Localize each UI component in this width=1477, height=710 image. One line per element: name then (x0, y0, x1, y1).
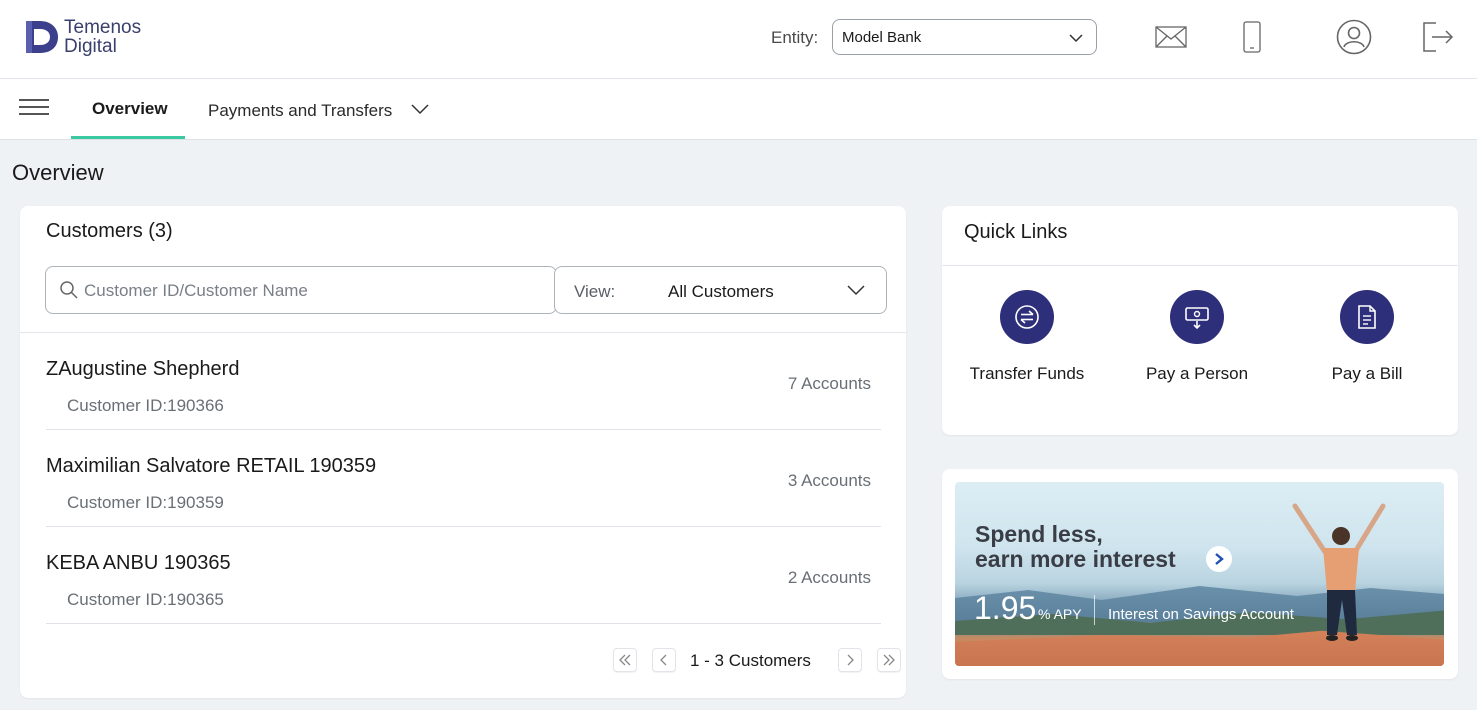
tab-payments-and-transfers[interactable]: Payments and Transfers (208, 101, 392, 121)
customer-row[interactable]: KEBA ANBU 190365 Customer ID:190365 2 Ac… (46, 527, 881, 624)
main-nav: Overview Payments and Transfers (0, 79, 1477, 140)
chevron-down-icon (847, 285, 865, 296)
next-page-button[interactable] (838, 648, 862, 672)
entity-label: Entity: (771, 28, 819, 47)
logout-icon[interactable] (1422, 22, 1454, 52)
customer-accounts-count: 7 Accounts (787, 374, 871, 393)
customer-search-input[interactable] (84, 280, 544, 302)
quick-link-label[interactable]: Transfer Funds (952, 364, 1102, 384)
customer-id: Customer ID:190359 (67, 493, 224, 512)
customer-id: Customer ID:190366 (67, 396, 224, 415)
logo-icon (26, 21, 58, 53)
previous-page-button[interactable] (652, 648, 676, 672)
promo-headline: Spend less, earn more interest (975, 522, 1176, 572)
quick-link-label[interactable]: Pay a Person (1122, 364, 1272, 384)
chevron-right-icon (847, 654, 854, 666)
quick-link-label[interactable]: Pay a Bill (1292, 364, 1442, 384)
savings-promo-banner[interactable]: Spend less, earn more interest 1.95 % AP… (955, 482, 1444, 666)
brand-name-line2: Digital (64, 36, 117, 57)
page-title: Overview (12, 160, 104, 185)
quick-link-transfer-funds[interactable]: Transfer Funds (952, 290, 1102, 390)
bill-icon[interactable] (1340, 290, 1394, 344)
customer-id: Customer ID:190365 (67, 590, 224, 609)
first-page-button[interactable] (613, 648, 637, 672)
customer-search[interactable] (45, 266, 557, 314)
app-header: Temenos Digital Entity: Model Bank (0, 0, 1477, 79)
quick-links-title: Quick Links (964, 221, 1068, 243)
customer-name[interactable]: KEBA ANBU 190365 (46, 552, 231, 575)
brand-name: Temenos Digital (64, 18, 141, 56)
mobile-icon[interactable] (1243, 21, 1261, 53)
promo-go-button[interactable] (1206, 546, 1232, 572)
chevron-down-icon[interactable] (410, 101, 430, 117)
hamburger-menu-icon[interactable] (19, 99, 49, 119)
entity-select[interactable]: Model Bank (832, 19, 1097, 55)
tab-overview[interactable]: Overview (71, 79, 185, 139)
customer-row[interactable]: ZAugustine Shepherd Customer ID:190366 7… (46, 333, 881, 430)
transfer-icon[interactable] (1000, 290, 1054, 344)
last-page-button[interactable] (877, 648, 901, 672)
promo-headline-line2: earn more interest (975, 546, 1176, 572)
quick-links-card: Quick Links Transfer Funds Pay a Person (942, 206, 1458, 435)
pay-person-icon[interactable] (1170, 290, 1224, 344)
view-filter-value: All Customers (668, 282, 774, 301)
customer-accounts-count: 3 Accounts (787, 471, 871, 490)
customer-row[interactable]: Maximilian Salvatore RETAIL 190359 Custo… (46, 430, 881, 527)
double-chevron-right-icon (883, 654, 895, 666)
customers-title: Customers (3) (46, 220, 173, 242)
entity-select-value: Model Bank (842, 29, 922, 46)
quick-link-pay-a-person[interactable]: Pay a Person (1122, 290, 1272, 390)
brand-name-line1: Temenos (64, 17, 142, 38)
customer-name[interactable]: ZAugustine Shepherd (46, 358, 239, 381)
promo-headline-line1: Spend less, (975, 521, 1103, 547)
celebrating-person-image (1292, 503, 1386, 641)
chevron-left-icon (660, 654, 667, 666)
promo-rate-unit: % APY (1038, 606, 1082, 622)
customers-card: Customers (3) View: All Customers ZAugus… (20, 206, 906, 698)
promo-card: Spend less, earn more interest 1.95 % AP… (942, 469, 1458, 679)
promo-rate: 1.95 (974, 590, 1037, 626)
divider (1094, 595, 1095, 625)
view-filter-select[interactable]: View: All Customers (554, 266, 887, 314)
mail-icon[interactable] (1155, 26, 1187, 48)
view-filter-label: View: (574, 282, 616, 301)
profile-icon[interactable] (1336, 19, 1372, 55)
pagination-label: 1 - 3 Customers (690, 651, 811, 670)
quick-link-pay-a-bill[interactable]: Pay a Bill (1292, 290, 1442, 390)
customer-accounts-count: 2 Accounts (787, 568, 871, 587)
customer-name[interactable]: Maximilian Salvatore RETAIL 190359 (46, 455, 376, 478)
divider (942, 265, 1458, 266)
chevron-right-icon (1215, 553, 1224, 565)
brand-logo[interactable]: Temenos Digital (24, 17, 141, 57)
chevron-down-icon (1069, 34, 1083, 43)
tab-overview-label: Overview (92, 99, 168, 118)
double-chevron-left-icon (619, 654, 631, 666)
search-icon (60, 281, 78, 299)
promo-subtext: Interest on Savings Account (1108, 606, 1294, 623)
